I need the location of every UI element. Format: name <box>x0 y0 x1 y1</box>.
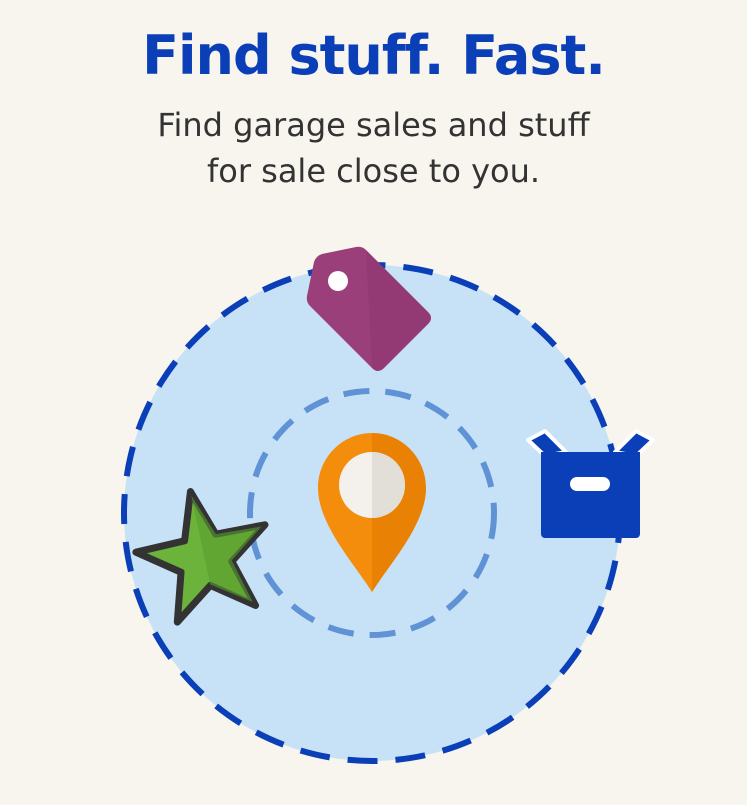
nearby-illustration <box>121 246 655 764</box>
